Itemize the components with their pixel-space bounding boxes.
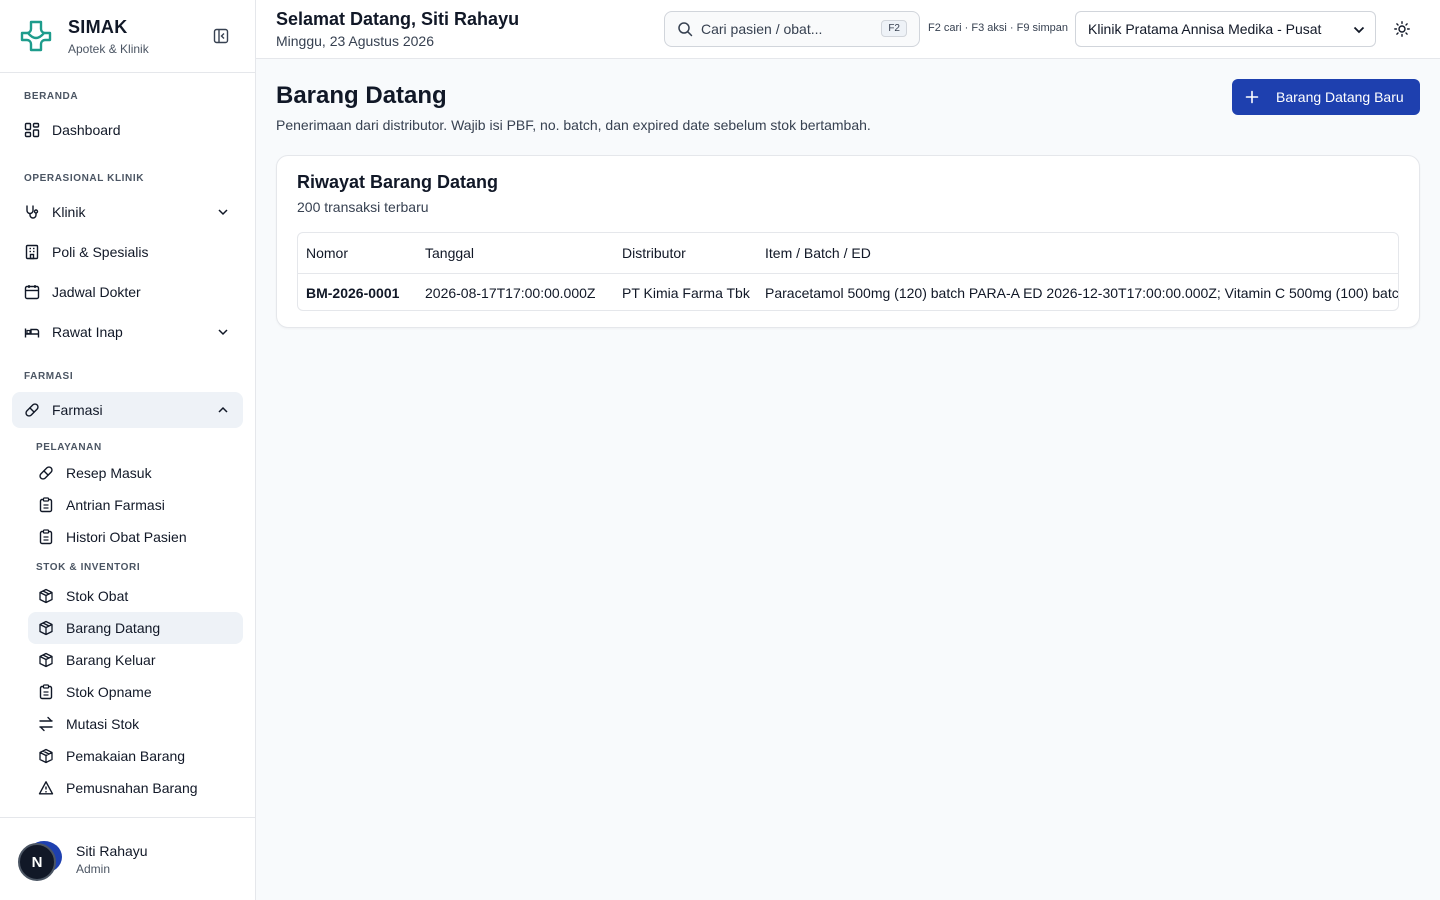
calendar-icon <box>24 285 40 300</box>
clinic-select[interactable]: Klinik Pratama Annisa Medika - Pusat <box>1075 11 1376 47</box>
sidebar-item-label: Dashboard <box>52 122 121 138</box>
column-header-distributor[interactable]: Distributor <box>622 233 686 273</box>
brand-tagline: Apotek & Klinik <box>68 41 149 56</box>
sidebar-item-label: Barang Datang <box>66 620 161 636</box>
new-barang-datang-button[interactable]: Barang Datang Baru <box>1232 79 1420 115</box>
search-placeholder: Cari pasien / obat... <box>701 21 823 37</box>
sidebar-item-label: Resep Masuk <box>66 465 152 481</box>
column-header-item[interactable]: Item / Batch / ED <box>765 233 871 273</box>
sidebar-item-label: Histori Obat Pasien <box>66 529 187 545</box>
sidebar-item-label: Pemakaian Barang <box>66 748 186 764</box>
chevron-down-icon <box>218 209 228 216</box>
sidebar: SIMAK Apotek & Klinik BERANDA Dashboard … <box>0 0 256 900</box>
user-profile[interactable]: N Siti Rahayu Admin <box>0 817 255 900</box>
new-button-label: Barang Datang Baru <box>1276 89 1404 105</box>
stethoscope-icon <box>26 205 39 219</box>
plus-icon <box>1245 90 1259 104</box>
sidebar-item-farmasi[interactable]: Farmasi <box>12 392 243 428</box>
history-table: Nomor Tanggal Distributor Item / Batch /… <box>297 232 1399 311</box>
avatar-initial: N <box>18 843 56 881</box>
sidebar-item-label: Mutasi Stok <box>66 716 140 732</box>
cell-distributor: PT Kimia Farma Tbk <box>622 284 750 301</box>
clipboard-icon <box>39 497 53 513</box>
clipboard-icon <box>39 529 53 545</box>
logo-icon <box>20 20 52 52</box>
section-title-farmasi: FARMASI <box>24 371 74 382</box>
box-icon <box>39 652 53 668</box>
sidebar-item-dashboard[interactable]: Dashboard <box>12 112 243 148</box>
sidebar-item-barang-keluar[interactable]: Barang Keluar <box>28 644 243 676</box>
user-role: Admin <box>76 861 111 876</box>
sidebar-nav: BERANDA Dashboard OPERASIONAL KLINIK Kli… <box>0 91 255 804</box>
sidebar-item-barang-datang[interactable]: Barang Datang <box>28 612 243 644</box>
column-header-nomor[interactable]: Nomor <box>306 233 348 273</box>
dashboard-icon <box>24 122 40 138</box>
pill-icon <box>25 403 39 417</box>
section-title-beranda: BERANDA <box>24 91 79 102</box>
sidebar-item-label: Poli & Spesialis <box>52 244 149 260</box>
search-input[interactable]: Cari pasien / obat... F2 <box>664 11 920 47</box>
sidebar-item-stok-obat[interactable]: Stok Obat <box>28 580 243 612</box>
box-icon <box>39 748 53 764</box>
table-row[interactable]: BM-2026-0001 2026-08-17T17:00:00.000Z PT… <box>298 274 1399 310</box>
brand: SIMAK Apotek & Klinik <box>0 0 255 73</box>
sidebar-item-pemusnahan-barang[interactable]: Pemusnahan Barang <box>28 772 243 804</box>
page-description: Penerimaan dari distributor. Wajib isi P… <box>276 117 871 133</box>
brand-name: SIMAK <box>68 16 128 37</box>
card-title: Riwayat Barang Datang <box>297 172 499 192</box>
cell-tanggal: 2026-08-17T17:00:00.000Z <box>425 284 596 301</box>
search-shortcut-badge: F2 <box>881 20 907 37</box>
sidebar-item-label: Jadwal Dokter <box>52 284 141 300</box>
welcome-text: Selamat Datang, Siti Rahayu <box>276 9 520 29</box>
sidebar-item-label: Rawat Inap <box>52 324 123 340</box>
cell-item-batch-ed: Paracetamol 500mg (120) batch PARA-A ED … <box>765 284 1399 301</box>
sidebar-collapse-icon[interactable] <box>213 28 229 44</box>
sidebar-item-label: Stok Opname <box>66 684 152 700</box>
subsection-title-stok: STOK & INVENTORI <box>36 562 141 573</box>
sidebar-item-label: Stok Obat <box>66 588 129 604</box>
avatar: N <box>18 839 64 881</box>
section-title-operasional: OPERASIONAL KLINIK <box>24 173 145 184</box>
sidebar-item-label: Klinik <box>52 204 86 220</box>
user-name: Siti Rahayu <box>76 842 148 859</box>
sidebar-item-rawat-inap[interactable]: Rawat Inap <box>12 314 243 350</box>
building-icon <box>25 244 39 260</box>
table-header-row: Nomor Tanggal Distributor Item / Batch /… <box>298 233 1398 274</box>
sidebar-item-jadwal[interactable]: Jadwal Dokter <box>12 274 243 310</box>
box-icon <box>39 588 53 604</box>
arrows-left-right-icon <box>39 716 53 732</box>
sidebar-item-poli[interactable]: Poli & Spesialis <box>12 234 243 270</box>
chevron-down-icon <box>1353 26 1365 34</box>
clinic-select-value: Klinik Pratama Annisa Medika - Pusat <box>1088 21 1322 37</box>
page-title: Barang Datang <box>276 82 447 109</box>
sidebar-item-resep-masuk[interactable]: Resep Masuk <box>28 457 243 489</box>
bed-icon <box>24 328 40 338</box>
pill-icon <box>39 466 53 480</box>
sidebar-item-label: Farmasi <box>52 402 103 418</box>
sidebar-item-histori-obat[interactable]: Histori Obat Pasien <box>28 521 243 553</box>
keyboard-shortcuts-hint: F2 cari · F3 aksi · F9 simpan <box>928 22 1068 34</box>
card-subtitle: 200 transaksi terbaru <box>297 199 429 215</box>
sidebar-item-mutasi-stok[interactable]: Mutasi Stok <box>28 708 243 740</box>
sidebar-item-stok-opname[interactable]: Stok Opname <box>28 676 243 708</box>
subsection-title-pelayanan: PELAYANAN <box>36 442 102 453</box>
chevron-up-icon <box>218 406 228 413</box>
warning-icon <box>38 781 54 795</box>
sidebar-item-klinik[interactable]: Klinik <box>12 194 243 230</box>
history-card: Riwayat Barang Datang 200 transaksi terb… <box>276 155 1420 328</box>
sidebar-item-antrian-farmasi[interactable]: Antrian Farmasi <box>28 489 243 521</box>
cell-nomor: BM-2026-0001 <box>306 284 400 301</box>
top-header: Selamat Datang, Siti Rahayu Minggu, 23 A… <box>256 0 1440 59</box>
sidebar-item-pemakaian-barang[interactable]: Pemakaian Barang <box>28 740 243 772</box>
box-icon <box>39 620 53 636</box>
current-date: Minggu, 23 Agustus 2026 <box>276 33 435 49</box>
chevron-down-icon <box>218 329 228 336</box>
column-header-tanggal[interactable]: Tanggal <box>425 233 474 273</box>
sun-icon[interactable] <box>1394 21 1410 37</box>
sidebar-item-label: Pemusnahan Barang <box>66 780 198 796</box>
sidebar-item-label: Barang Keluar <box>66 652 156 668</box>
search-icon <box>678 22 693 37</box>
clipboard-icon <box>39 684 53 700</box>
sidebar-item-label: Antrian Farmasi <box>66 497 165 513</box>
